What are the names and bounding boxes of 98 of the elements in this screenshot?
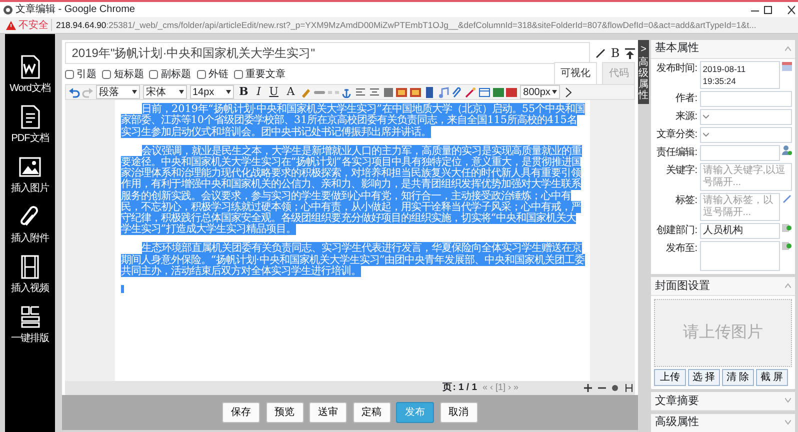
sidebar-item[interactable]: 插入图片 [5, 150, 55, 200]
field-label: 标签: [674, 194, 697, 208]
field-label: 发布至: [665, 242, 697, 256]
text-cursor [120, 285, 124, 294]
document-icon [18, 104, 42, 129]
action-button[interactable]: 取消 [440, 402, 478, 423]
window-title: 文章编辑 - Google Chrome [16, 2, 135, 17]
sidebar-item[interactable]: 插入附件 [5, 200, 55, 250]
caret-icon [552, 90, 558, 94]
field-label: 发布时间: [656, 62, 697, 76]
cover-button[interactable]: 截 屏 [756, 369, 788, 386]
title-field[interactable]: 2019年"扬帆计划·中央和国家机关大学生实习" [64, 42, 590, 64]
field-label: 关键字: [665, 164, 697, 178]
pager: « ‹ [1] › » [482, 381, 518, 394]
size-select[interactable]: 14px [190, 85, 234, 100]
font-color-button[interactable]: A [284, 84, 298, 100]
field-label: 作者: [674, 92, 697, 106]
collapse-icon [785, 283, 791, 288]
field-label: 来源: [674, 110, 697, 124]
option-label: 外链 [208, 68, 228, 82]
option-checkbox[interactable] [234, 70, 243, 78]
sidebar-item[interactable]: PDF文档 [5, 100, 55, 150]
option-label: 短标题 [114, 68, 144, 82]
cover-button[interactable]: 选 择 [688, 369, 720, 386]
paperclip-icon[interactable] [451, 86, 462, 98]
zoom-in-icon[interactable] [584, 384, 592, 392]
pin-top-icon[interactable] [625, 48, 636, 59]
word-document-icon [18, 54, 42, 79]
close-icon[interactable] [787, 4, 796, 14]
pick-icon[interactable] [782, 223, 792, 234]
paragraph: 会议强调，就业是民生之本，大学生是新增就业人口的主力军，高质量的实习是实现高质量就业的重要途径。中央和国家机关大学生实习在“扬帆计划”各实习项目中具有独特定位，意义重大，是贯彻推进国家治理体系和治理能力现代化战略要求的积极探索，对培养和担当民族复兴大任的时代新人具有重要引领作用，有利于增强中央和国家机关的公信力、亲和力、影响力，是共青团组织发挥优势加强对大学生联系服务的创新实践。会议要求，参与实习的学生要做到心中有党，知行合一，主动接受政治锤炼；心中有民，不忘初心，积极学习练就过硬本领；心中有责，从小做起，用实干诠释当代学子风采；心中有戒，严守纪律，积极践行总体国家安全观。各级团组织要充分做好项目的组织实施，切实将“中央和国家机关大学生实习”打造成大学生实习精品项目。 [120, 146, 583, 236]
security-label: 不安全 [18, 18, 48, 32]
caret-icon [178, 90, 184, 94]
font-select[interactable]: 宋体 [142, 85, 187, 100]
chrome-icon [2, 4, 13, 14]
collapse-icon [785, 46, 791, 51]
magic-icon[interactable] [465, 86, 476, 98]
panel-header[interactable]: 文章摘要 [651, 392, 795, 411]
input-field[interactable] [700, 91, 792, 108]
caret-icon [132, 90, 137, 94]
calendar-icon[interactable] [782, 61, 792, 72]
pick-icon[interactable] [782, 241, 792, 252]
chevron-icon [702, 115, 709, 120]
paragraph: 生态环境部直属机关团委有关负责同志、实习学生代表进行发言，华夏保险向全体实习学生赠送在京期间人身意外保险。“扬帆计划·中央和国家机关大学生实习”由团中央青年发展部、中央和国家机关团工委共同主办，活动结束后双方对全体实习学生进行培训。 [120, 243, 586, 278]
undo-icon[interactable] [68, 86, 80, 98]
select-field[interactable] [700, 109, 792, 126]
music-icon[interactable] [438, 86, 449, 98]
action-button[interactable]: 保存 [222, 402, 260, 423]
input-field[interactable] [700, 241, 780, 272]
warning-icon [6, 20, 16, 30]
input-field[interactable] [700, 145, 780, 162]
cover-button[interactable]: 清 除 [722, 369, 754, 386]
align-left-icon[interactable] [355, 86, 366, 98]
url-text[interactable]: 218.94.64.90:25381/_web/_cms/folder/api/articleEdit/new.rst?_p=YXM9MzAmdD00MiZwPTEmbT1OJg__&defColumnId=318&siteFolderId=807&flowDefId=0&act=add&artTypeId=1&t... [51, 18, 756, 32]
field-label: 责任编辑: [656, 146, 697, 160]
anchor-icon[interactable] [341, 86, 352, 98]
select-field[interactable] [700, 127, 792, 144]
sidebar-toggle[interactable]: > 高级属性 [638, 40, 649, 104]
option-label: 重要文章 [246, 68, 286, 82]
view-tab[interactable]: 可视化 [554, 62, 597, 84]
option-checkbox[interactable] [64, 70, 74, 78]
bold-title-button[interactable]: B [610, 44, 620, 62]
action-button[interactable]: 预览 [266, 402, 304, 423]
width-select[interactable]: 800px [520, 85, 560, 100]
user-add-icon[interactable] [782, 145, 792, 156]
underline-button[interactable]: U [266, 84, 282, 100]
table-icon[interactable] [478, 86, 490, 98]
panel-header[interactable]: 高级属性 [651, 414, 795, 432]
sidebar-item[interactable]: 一键排版 [5, 300, 55, 350]
caret-icon [226, 90, 230, 94]
option-checkbox[interactable] [196, 70, 206, 78]
paragraph: 日前，2019年“扬帆计划·中央和国家机关大学生实习”在中国地质大学（北京）启动。55个中央和国家部委、江苏等10个省级团委学校部、31所在京高校团委有关负责同志，来自全国115所高校的415名实习生参加启动仪式和培训会。团中央书记处书记傅振邦出席并讲话。 [120, 104, 586, 138]
chevron-icon [702, 133, 709, 138]
option-label: 副标题 [161, 68, 191, 82]
image-icon[interactable] [410, 86, 422, 98]
cover-button[interactable]: 上传 [654, 369, 686, 386]
option-label: 引题 [76, 68, 96, 82]
align-center-icon[interactable] [368, 86, 380, 98]
image-icon[interactable] [396, 86, 408, 98]
image-icon [18, 154, 42, 179]
action-button[interactable]: 定稿 [352, 402, 390, 423]
input-field[interactable]: 2019-08-11 19:35:24 [700, 61, 780, 90]
paragraph-select[interactable]: 段落 [96, 85, 140, 100]
option-checkbox[interactable] [149, 70, 158, 78]
maximize-icon[interactable] [762, 4, 772, 14]
page-indicator: 页: 1 / 1 [442, 380, 477, 395]
italic-button[interactable]: I [254, 84, 264, 100]
sidebar-item[interactable]: Word文档 [5, 50, 55, 100]
input-field[interactable]: 人员机构 [700, 223, 780, 240]
action-button[interactable]: 送审 [309, 402, 347, 423]
panel-header[interactable]: 基本属性 [651, 40, 795, 58]
sidebar-item[interactable]: 插入视频 [5, 250, 55, 300]
highlighter-icon[interactable] [300, 86, 312, 98]
panel-header[interactable]: 封面图设置 [651, 276, 795, 296]
field-label: 文章分类: [656, 128, 697, 142]
option-checkbox[interactable] [102, 70, 111, 78]
field-label: 创建部门: [656, 224, 697, 238]
bold-button[interactable]: B [236, 84, 252, 100]
